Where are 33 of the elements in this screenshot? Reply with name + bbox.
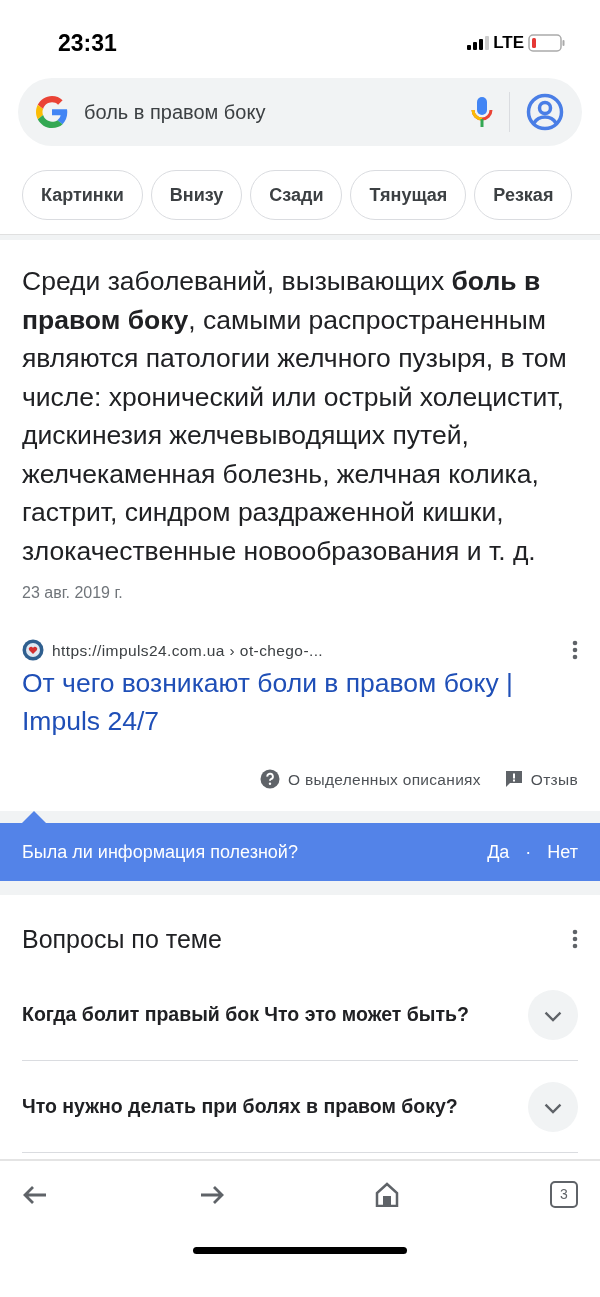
filter-chip[interactable]: Резкая xyxy=(474,170,573,220)
question-text: Когда болит правый бок Что это может быть? xyxy=(22,1002,470,1027)
feedback-link[interactable]: Отзыв xyxy=(530,767,578,791)
filter-chip[interactable]: Внизу xyxy=(150,170,243,220)
result-url: https://impuls24.com.ua › ot-chego-... xyxy=(52,640,324,661)
search-field[interactable]: боль в правом боку xyxy=(18,78,582,146)
feedback-question: Была ли информация полезной? xyxy=(22,840,298,864)
separator-dot: · xyxy=(525,840,532,864)
tab-count-button[interactable]: 3 xyxy=(549,1180,578,1208)
snippet-text: Среди заболеваний, вызывающих боль в правом боку, самыми распространенным являются патологии желчного пузыря, в том числе: хронический или острый холецистит, дискинезия желчевыводящих путей, желчекаменная болезнь, желчная колика, гастрит, синдром раздраженной кишки, злокачественные новообразования и т. д. 23 авг. 2019 г. xyxy=(22,266,567,603)
no-button[interactable]: Нет xyxy=(547,838,578,866)
battery-icon xyxy=(528,34,566,52)
clock: 23:31 xyxy=(58,28,117,58)
site-favicon-icon xyxy=(22,639,44,662)
filter-chip[interactable]: Тянущая xyxy=(350,170,467,220)
google-logo-icon xyxy=(36,96,68,128)
yes-button[interactable]: Да xyxy=(487,838,510,866)
account-icon[interactable] xyxy=(526,93,564,131)
signal-icon xyxy=(467,36,490,50)
more-options-icon[interactable] xyxy=(572,929,578,949)
filter-chip[interactable]: Картинки xyxy=(22,170,143,220)
more-options-icon[interactable] xyxy=(572,640,578,661)
home-button[interactable] xyxy=(375,1181,400,1207)
filter-chip[interactable]: Сзади xyxy=(250,170,343,220)
about-snippets-link[interactable]: О выделенных описаниях xyxy=(288,767,481,791)
result-title-link[interactable]: От чего возникают боли в правом боку | Impuls 24/7 xyxy=(22,663,578,740)
question-text: Что нужно делать при болях в правом боку? xyxy=(22,1094,459,1119)
help-icon xyxy=(260,769,280,790)
section-title: Вопросы по теме xyxy=(22,924,222,954)
network-type: LTE xyxy=(493,32,524,55)
search-query: боль в правом боку xyxy=(84,100,267,125)
feedback-icon xyxy=(504,770,523,789)
microphone-icon[interactable] xyxy=(471,96,493,128)
